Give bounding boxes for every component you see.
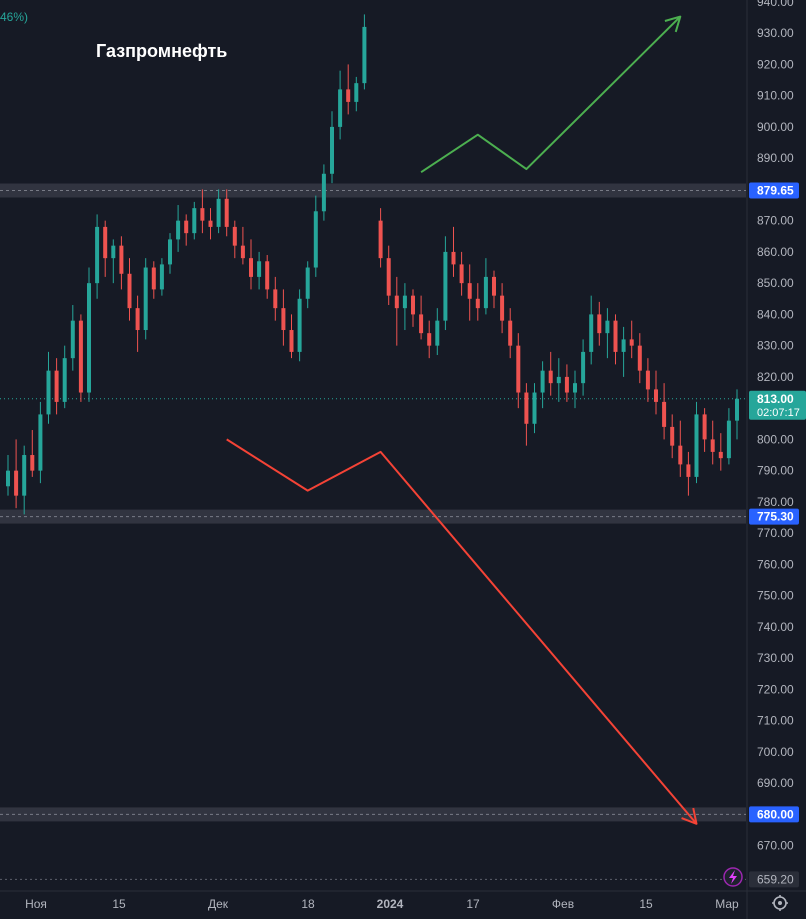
price-tick-label: 890.00 xyxy=(757,151,794,165)
price-tick-label: 870.00 xyxy=(757,214,794,228)
low-marker-tag: 659.20 xyxy=(757,872,794,886)
current-price-tag: 813.00 xyxy=(757,392,794,406)
price-tick-label: 830.00 xyxy=(757,339,794,353)
price-tick-label: 900.00 xyxy=(757,120,794,134)
price-tick-label: 750.00 xyxy=(757,589,794,603)
time-tick-label: Мар xyxy=(715,897,739,911)
time-tick-label: 15 xyxy=(112,897,126,911)
lightning-icon[interactable] xyxy=(723,867,743,887)
price-tick-label: 800.00 xyxy=(757,432,794,446)
price-tick-label: 690.00 xyxy=(757,776,794,790)
level-price-tag: 680.00 xyxy=(757,807,794,821)
price-tick-label: 740.00 xyxy=(757,620,794,634)
price-tick-label: 720.00 xyxy=(757,682,794,696)
price-tick-label: 770.00 xyxy=(757,526,794,540)
price-tick-label: 790.00 xyxy=(757,464,794,478)
candle xyxy=(87,267,91,402)
price-tick-label: 850.00 xyxy=(757,276,794,290)
price-tick-label: 920.00 xyxy=(757,57,794,71)
time-tick-label: 18 xyxy=(301,897,315,911)
time-tick-label: 17 xyxy=(466,897,480,911)
chart-title: Газпромнефть xyxy=(96,41,227,61)
price-tick-label: 860.00 xyxy=(757,245,794,259)
price-tick-label: 940.00 xyxy=(757,0,794,9)
price-chart[interactable]: 46%) Газпромнефть 940.00 930.00 920.00 910.… xyxy=(0,0,806,919)
price-tick-label: 730.00 xyxy=(757,651,794,665)
candle xyxy=(78,314,83,402)
time-tick-label: Дек xyxy=(208,897,229,911)
candle-countdown: 02:07:17 xyxy=(757,407,800,419)
candle xyxy=(143,258,148,340)
chart-background xyxy=(0,0,806,919)
level-price-tag: 879.65 xyxy=(757,183,794,197)
level-price-tag: 775.30 xyxy=(757,510,794,524)
time-tick-label: 15 xyxy=(639,897,653,911)
price-tick-label: 910.00 xyxy=(757,89,794,103)
change-percent-fragment: 46%) xyxy=(0,10,28,24)
price-tick-label: 840.00 xyxy=(757,307,794,321)
price-tick-label: 820.00 xyxy=(757,370,794,384)
price-tick-label: 670.00 xyxy=(757,839,794,853)
candle xyxy=(297,289,302,362)
time-tick-label: Ноя xyxy=(25,897,47,911)
price-tick-label: 930.00 xyxy=(757,26,794,40)
price-tick-label: 700.00 xyxy=(757,745,794,759)
time-tick-label: 2024 xyxy=(377,897,404,911)
price-tick-label: 710.00 xyxy=(757,714,794,728)
price-tick-label: 760.00 xyxy=(757,557,794,571)
time-tick-label: Фев xyxy=(552,897,574,911)
price-tick-label: 780.00 xyxy=(757,495,794,509)
